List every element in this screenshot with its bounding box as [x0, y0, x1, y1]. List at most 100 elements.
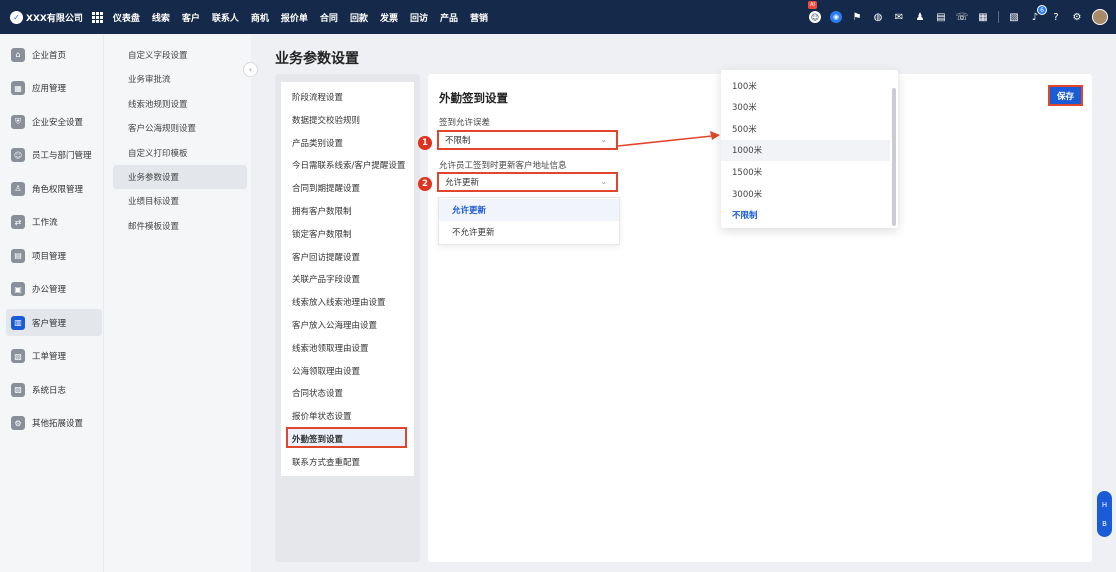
param-list-item[interactable]: 数据提交校验规则 [292, 114, 360, 126]
left-nav-label: 企业首页 [32, 50, 67, 61]
sub-nav-item[interactable]: 线索池规则设置 [113, 92, 247, 116]
ticket-icon: ▧ [11, 349, 25, 363]
sub-nav-item[interactable]: 自定义字段设置 [113, 43, 247, 67]
dropdown-scrollbar[interactable] [892, 88, 896, 226]
sub-nav-item[interactable]: 业绩目标设置 [113, 189, 247, 213]
dropdown-option[interactable]: 300米 [721, 97, 890, 118]
left-nav-label: 其他拓展设置 [32, 419, 84, 429]
top-nav-item[interactable]: 营销 [470, 11, 488, 24]
phone-icon[interactable]: ☏ [956, 11, 969, 23]
checkin-tolerance-label: 签到允许误差 [439, 118, 491, 128]
update-address-dropdown: 允许更新 不允许更新 [438, 197, 620, 245]
left-nav-item[interactable]: ▧ 工单管理 [6, 343, 102, 370]
checkin-tolerance-value: 不限制 [445, 136, 471, 146]
bell-icon[interactable]: ♪ 6 [1029, 5, 1047, 23]
left-nav-item[interactable]: ♙ 角色权限管理 [6, 175, 102, 202]
left-nav-item[interactable]: ▣ 办公管理 [6, 276, 102, 303]
chevron-down-icon: ⌄ [600, 177, 607, 186]
left-nav-item[interactable]: ⌂ 企业首页 [6, 41, 102, 68]
floating-toolbar[interactable]: H B [1097, 491, 1112, 537]
param-list-item[interactable]: 阶段流程设置 [292, 91, 343, 103]
left-nav-item[interactable]: ▨ 系统日志 [6, 376, 102, 403]
app-grid-icon[interactable] [91, 11, 103, 23]
top-nav-item[interactable]: 回款 [350, 11, 368, 24]
top-nav-item[interactable]: 发票 [380, 11, 398, 24]
left-nav-label: 办公管理 [32, 285, 67, 295]
param-list-item[interactable]: 外勤签到设置 [292, 433, 343, 445]
top-nav-item[interactable]: 线索 [152, 11, 170, 24]
user-icon[interactable]: ♟ [914, 11, 926, 23]
param-list-item[interactable]: 公海领取理由设置 [292, 365, 360, 377]
param-list-item[interactable]: 拥有客户数限制 [292, 205, 352, 217]
top-nav-item[interactable]: 产品 [440, 11, 458, 24]
globe-icon[interactable]: ◍ [872, 11, 884, 23]
ai-badge: AI [808, 1, 817, 9]
param-list-item[interactable]: 合同状态设置 [292, 387, 343, 399]
top-nav-item[interactable]: 商机 [251, 11, 269, 24]
top-nav-item[interactable]: 客户 [182, 11, 200, 24]
dropdown-option[interactable]: 1000米 [721, 139, 890, 161]
mail-icon[interactable]: ✉ [893, 11, 905, 23]
dropdown-option[interactable]: 允许更新 [439, 199, 619, 221]
param-list-item[interactable]: 关联产品字段设置 [292, 273, 360, 285]
report-icon[interactable]: ▧ [1008, 11, 1020, 23]
help-bot-icon[interactable]: ◉ [830, 11, 842, 23]
dropdown-option[interactable]: 500米 [721, 118, 890, 139]
left-nav-item[interactable]: ☺ 员工与部门管理 [6, 142, 102, 169]
param-list-item[interactable]: 客户放入公海理由设置 [292, 319, 377, 331]
top-nav-item[interactable]: 合同 [320, 11, 338, 24]
shield-icon: ⛨ [11, 114, 25, 129]
avatar[interactable] [1092, 9, 1108, 25]
checkin-tolerance-dropdown: 100米 300米 500米 1000米 1500米 3000米 不限制 [721, 70, 898, 228]
sub-nav-item[interactable]: 客户公海规则设置 [113, 116, 247, 140]
sub-nav-item[interactable]: 业务参数设置 [113, 165, 247, 189]
ai-assistant-icon[interactable]: ☺ AI [808, 1, 821, 23]
dropdown-option[interactable]: 100米 [721, 75, 890, 96]
top-nav-item[interactable]: 仪表盘 [113, 11, 140, 24]
param-list-item[interactable]: 产品类别设置 [292, 137, 343, 149]
float-bar-item[interactable]: H [1102, 501, 1107, 509]
brand[interactable]: ✓ XXX有限公司 [10, 10, 83, 24]
document-icon[interactable]: ▤ [935, 11, 947, 23]
left-nav-item[interactable]: ▦ 应用管理 [6, 75, 102, 102]
dropdown-option[interactable]: 3000米 [721, 183, 890, 204]
sub-nav: 自定义字段设置 业务审批流 线索池规则设置 客户公海规则设置 自定义打印模板 业务参数设置… [103, 34, 251, 572]
office-icon: ▣ [11, 282, 25, 296]
param-list-item[interactable]: 今日需联系线索/客户提醒设置 [292, 159, 405, 171]
param-list-item[interactable]: 线索池领取理由设置 [292, 342, 369, 354]
param-list-item[interactable]: 锁定客户数限制 [292, 228, 352, 240]
divider [998, 11, 999, 23]
param-list-item[interactable]: 客户回访提醒设置 [292, 251, 360, 263]
float-bar-item[interactable]: B [1102, 520, 1107, 528]
sub-nav-item[interactable]: 自定义打印模板 [113, 141, 247, 165]
flag-icon[interactable]: ⚑ [851, 11, 863, 23]
top-nav-item[interactable]: 回访 [410, 11, 428, 24]
workflow-icon: ⇄ [11, 215, 25, 229]
left-nav-item[interactable]: ⛨ 企业安全设置 [6, 108, 102, 135]
param-list-item[interactable]: 线索放入线索池理由设置 [292, 296, 386, 308]
dropdown-option[interactable]: 1500米 [721, 161, 890, 182]
dropdown-option[interactable]: 不允许更新 [439, 221, 619, 243]
dropdown-option[interactable]: 不限制 [721, 205, 890, 226]
left-nav-item[interactable]: ⇄ 工作流 [6, 209, 102, 236]
param-list-item[interactable]: 合同到期提醒设置 [292, 182, 360, 194]
top-nav-item[interactable]: 联系人 [212, 11, 239, 24]
calendar-icon[interactable]: ▦ [977, 11, 989, 23]
annotation-badge-2: 2 [418, 177, 432, 191]
save-button[interactable]: 保存 [1048, 85, 1083, 106]
help-icon[interactable]: ? [1050, 11, 1062, 23]
sub-nav-item[interactable]: 业务审批流 [113, 67, 247, 91]
checkin-tolerance-select[interactable]: 不限制 ⌄ [437, 130, 618, 150]
gear-icon[interactable]: ⚙ [1071, 11, 1083, 23]
param-list-item[interactable]: 报价单状态设置 [292, 410, 352, 422]
update-address-select[interactable]: 允许更新 ⌄ [437, 172, 618, 192]
sub-nav-item[interactable]: 邮件模板设置 [113, 214, 247, 238]
left-nav-label: 角色权限管理 [32, 184, 84, 195]
apps-icon: ▦ [11, 81, 25, 95]
left-nav-item[interactable]: ▥ 客户管理 [6, 309, 102, 336]
param-list-item[interactable]: 联系方式查重配置 [292, 456, 360, 468]
collapse-sidebar-button[interactable]: ‹ [243, 62, 258, 77]
left-nav-item[interactable]: ⚙ 其他拓展设置 [6, 410, 102, 437]
left-nav-item[interactable]: ▤ 项目管理 [6, 242, 102, 269]
top-nav-item[interactable]: 报价单 [281, 11, 308, 24]
